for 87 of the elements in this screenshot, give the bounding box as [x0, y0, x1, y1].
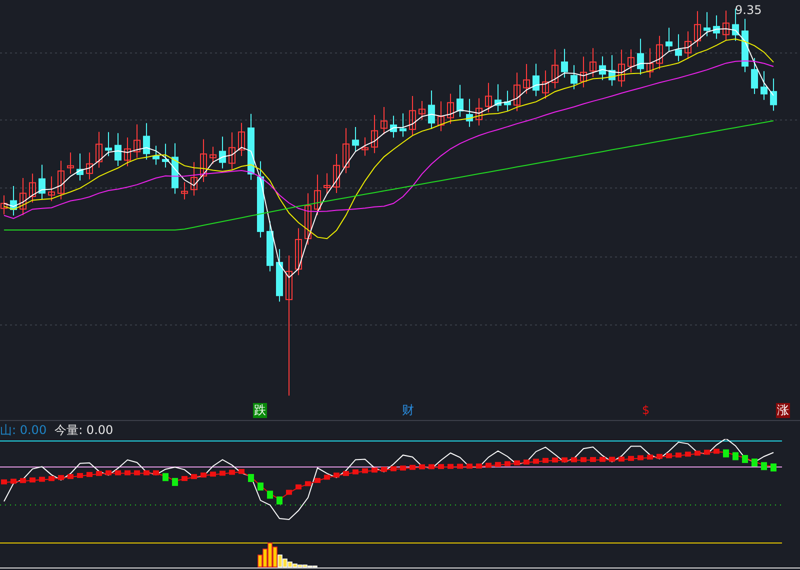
- candlestick: [152, 145, 160, 166]
- candlestick: [219, 136, 226, 169]
- volume-histogram-drawing: [258, 542, 318, 568]
- signal-marker: $: [641, 403, 651, 418]
- candlestick: [58, 160, 64, 200]
- candlestick: [684, 30, 692, 60]
- candlestick: [0, 194, 8, 215]
- candlestick: [76, 152, 84, 181]
- candlestick: [704, 12, 710, 37]
- candlestick: [514, 72, 520, 112]
- candlestick: [666, 27, 672, 52]
- candlestick: [114, 132, 122, 166]
- candlestick: [352, 126, 359, 152]
- candlestick: [580, 56, 587, 88]
- candlestick: [390, 115, 397, 138]
- candlestick: [599, 56, 606, 81]
- candlestick: [324, 172, 330, 194]
- candlestick: [742, 18, 748, 73]
- candlestick: [238, 122, 245, 156]
- price-label: 9.35: [735, 3, 762, 17]
- candlestick: [105, 132, 112, 157]
- signal-marker: 跌: [253, 403, 267, 418]
- candlestick: [67, 152, 74, 174]
- candlestick: [190, 162, 198, 196]
- candlestick: [675, 34, 682, 62]
- candlestick: [713, 14, 720, 40]
- candlestick: [751, 58, 758, 94]
- candlestick: [162, 143, 169, 168]
- candlestick: [770, 78, 777, 112]
- candlestick: [295, 228, 302, 276]
- candlestick: [124, 137, 131, 167]
- candlestick: [694, 10, 701, 48]
- candlestick: [561, 48, 568, 78]
- candlestick: [542, 70, 549, 100]
- candlestick: [504, 90, 511, 112]
- candlestick: [532, 63, 540, 97]
- candlestick: [590, 48, 596, 78]
- candlestick: [400, 112, 406, 138]
- candlestick: [371, 114, 378, 154]
- candlestick: [96, 131, 102, 168]
- candlestick: [447, 93, 454, 124]
- candlestick: [38, 164, 46, 200]
- candlestick: [570, 64, 578, 90]
- candlestick: [466, 98, 473, 128]
- candlestick: [628, 48, 634, 73]
- candlestick: [760, 70, 768, 100]
- candlestick: [409, 96, 416, 136]
- candlestick: [523, 63, 530, 94]
- candlestick: [362, 136, 368, 156]
- candlestick: [456, 84, 464, 118]
- signal-marker: 财: [401, 403, 415, 418]
- candlestick: [48, 176, 55, 202]
- candlestick: [646, 48, 654, 78]
- candlestick: [29, 173, 36, 203]
- candlestick: [304, 192, 312, 246]
- candlestick: [20, 177, 26, 216]
- candlestick: [418, 100, 426, 120]
- candlestick: [200, 138, 207, 182]
- candlestick: [10, 186, 17, 216]
- candlestick: [276, 248, 283, 302]
- candlestick: [656, 35, 663, 70]
- candlestick: [210, 146, 216, 164]
- candlestick: [181, 182, 188, 200]
- candlestick: [342, 128, 350, 174]
- signal-marker: 涨: [776, 403, 790, 418]
- candlestick: [86, 152, 93, 180]
- candlestick: [722, 10, 730, 42]
- candlestick: [380, 106, 388, 135]
- candlestick: [552, 48, 558, 89]
- candlestick: [494, 84, 502, 112]
- candlestick: [485, 82, 492, 113]
- candlestick: [438, 100, 444, 132]
- candlestick: [618, 49, 625, 88]
- candlestick: [143, 122, 150, 160]
- candlestick: [333, 153, 340, 194]
- candlestick: [172, 142, 178, 194]
- candlestick: [134, 124, 140, 158]
- candlestick: [314, 174, 321, 216]
- candlestick: [608, 54, 616, 86]
- candlestick: [266, 220, 274, 272]
- indicator-reading: 山: 0.00: [0, 422, 47, 438]
- candlestick: [476, 98, 482, 126]
- candlestick: [248, 113, 254, 180]
- indicator-reading: 今量: 0.00: [54, 422, 114, 438]
- candlestick: [637, 38, 644, 76]
- candlestick: [228, 132, 236, 170]
- candlestick: [428, 90, 435, 130]
